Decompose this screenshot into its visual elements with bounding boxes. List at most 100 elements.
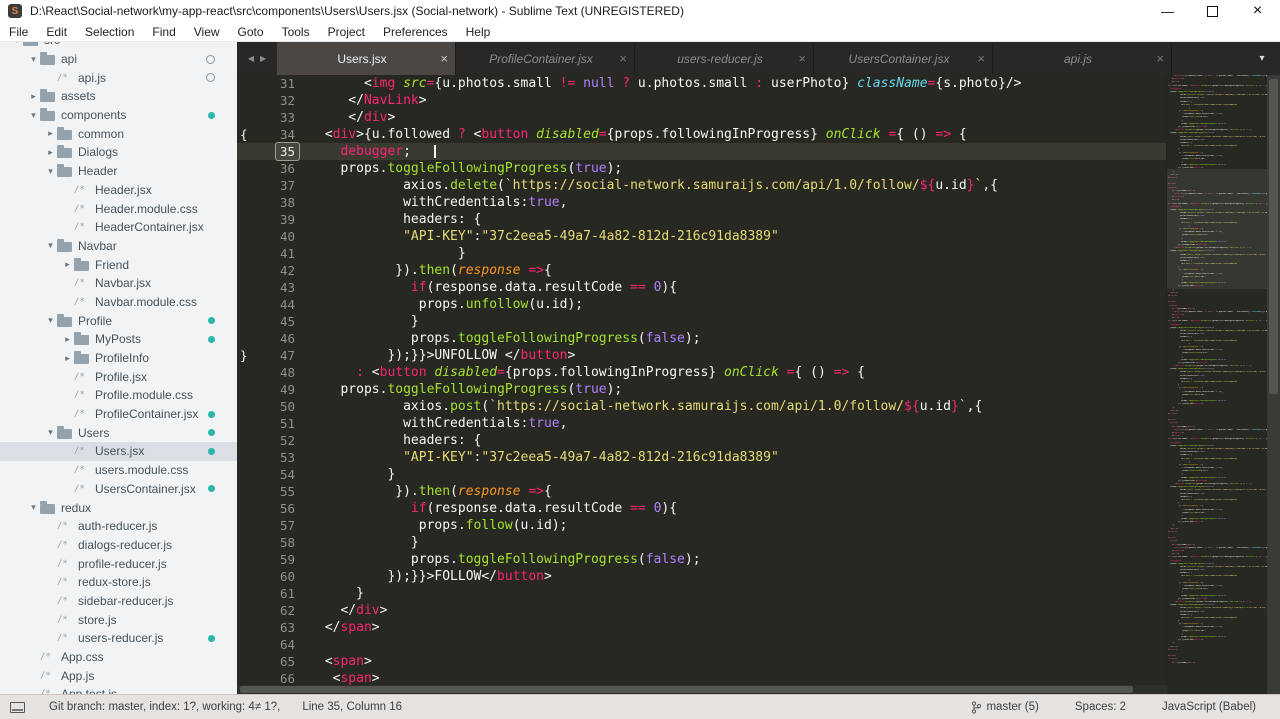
sidebar-file-store-js[interactable]: /* store.js	[0, 610, 237, 629]
panel-toggle-icon[interactable]	[10, 701, 25, 713]
vertical-scrollbar[interactable]	[1267, 75, 1280, 694]
code-line-56[interactable]: 56 if(response.data.resultCode == 0){	[237, 500, 1166, 517]
tab-profilecontainer-jsx[interactable]: ProfileContainer.jsx ×	[456, 42, 635, 75]
close-icon[interactable]: ×	[440, 52, 448, 65]
sidebar-folder-src[interactable]: ▾ src	[0, 42, 237, 50]
sidebar-file-auth-reducer-js[interactable]: /* auth-reducer.js	[0, 517, 237, 536]
chevron-down-icon[interactable]: ▾	[27, 54, 40, 65]
cursor-position-text[interactable]: Line 35, Column 16	[302, 701, 402, 713]
chevron-right-icon[interactable]: ▸	[27, 91, 40, 102]
code-line-45[interactable]: 45 }	[237, 313, 1166, 330]
sidebar-file-headercontainer-jsx[interactable]: /* HeaderContainer.jsx	[0, 218, 237, 237]
horizontal-scrollbar[interactable]	[237, 685, 1167, 694]
chevron-right-icon[interactable]: ▸	[44, 128, 57, 139]
code-line-65[interactable]: 65 <span>	[237, 653, 1166, 670]
sidebar-file-api-js[interactable]: /* api.js	[0, 68, 237, 87]
sidebar-folder-profileinfo[interactable]: ▸ ProfileInfo	[0, 349, 237, 368]
sidebar-folder-components[interactable]: ▾ components	[0, 106, 237, 125]
sidebar-folder-profile[interactable]: ▾ Profile	[0, 311, 237, 330]
code-line-43[interactable]: 43 if(response.data.resultCode == 0){	[237, 279, 1166, 296]
sidebar-file-users-jsx[interactable]: /* Users.jsx	[0, 442, 237, 461]
chevron-down-icon[interactable]: ▾	[27, 502, 40, 513]
menu-item-selection[interactable]: Selection	[76, 25, 143, 39]
code-line-48[interactable]: 48 : <button disabled={props.followingIn…	[237, 364, 1166, 381]
vertical-scrollbar-thumb[interactable]	[1269, 79, 1278, 394]
tab-userscontainer-jsx[interactable]: UsersContainer.jsx ×	[814, 42, 993, 75]
chevron-right-icon[interactable]: ▸	[61, 334, 74, 345]
sidebar-file-userscontainer-jsx[interactable]: /* UsersContainer.jsx	[0, 480, 237, 499]
code-line-61[interactable]: 61 }	[237, 585, 1166, 602]
close-icon[interactable]: ×	[977, 52, 985, 65]
code-line-39[interactable]: 39 headers: {	[237, 211, 1166, 228]
menu-item-project[interactable]: Project	[319, 25, 374, 39]
code-line-51[interactable]: 51 withCredentials:true,	[237, 415, 1166, 432]
code-line-33[interactable]: 33 </div>	[237, 109, 1166, 126]
sidebar-folder-myposts[interactable]: ▸ MyPosts	[0, 330, 237, 349]
code-line-60[interactable]: 60 });}}>FOLLOW</button>	[237, 568, 1166, 585]
menu-item-goto[interactable]: Goto	[229, 25, 273, 39]
status-git-branch[interactable]: master (5)	[971, 700, 1039, 714]
chevron-down-icon[interactable]: ▾	[44, 166, 57, 177]
code-line-34[interactable]: {34 <div>{u.followed ? <button disabled=…	[237, 126, 1166, 143]
tab-users-reducer-js[interactable]: users-reducer.js ×	[635, 42, 814, 75]
code-line-46[interactable]: 46 props.toggleFollowingProgress(false);	[237, 330, 1166, 347]
sidebar-file-dialogs-reducer-js[interactable]: /* dialogs-reducer.js	[0, 536, 237, 555]
sidebar-folder-users[interactable]: ▾ Users	[0, 423, 237, 442]
sidebar-folder-header[interactable]: ▾ Header	[0, 162, 237, 181]
code-line-64[interactable]: 64	[237, 636, 1166, 653]
chevron-down-icon[interactable]: ▾	[44, 315, 57, 326]
menu-item-edit[interactable]: Edit	[37, 25, 76, 39]
sidebar-file-header-jsx[interactable]: /* Header.jsx	[0, 181, 237, 200]
tab-scroll-left-icon[interactable]: ◀	[248, 54, 254, 63]
code-line-50[interactable]: 50 axios.post(`https://social-network.sa…	[237, 398, 1166, 415]
tab-api-js[interactable]: api.js ×	[993, 42, 1172, 75]
menu-item-help[interactable]: Help	[457, 25, 500, 39]
maximize-button[interactable]	[1190, 0, 1235, 22]
code-line-63[interactable]: 63 </span>	[237, 619, 1166, 636]
sidebar-file-profile-module-css[interactable]: /* Profile.module.css	[0, 386, 237, 405]
minimap[interactable]: <img src={u.photos.small != null ? u.pho…	[1166, 75, 1267, 694]
code-line-35[interactable]: 35 debugger;	[237, 142, 1166, 161]
sidebar-folder-api[interactable]: ▾ api	[0, 50, 237, 69]
menu-item-find[interactable]: Find	[143, 25, 184, 39]
sidebar-file-users-module-css[interactable]: /* users.module.css	[0, 461, 237, 480]
sidebar-file-users-reducer-js[interactable]: /* users-reducer.js	[0, 629, 237, 648]
sidebar-folder-dialogs[interactable]: ▸ Dialogs	[0, 143, 237, 162]
code-line-52[interactable]: 52 headers: {	[237, 432, 1166, 449]
menu-item-view[interactable]: View	[185, 25, 229, 39]
sidebar-folder-redux[interactable]: ▾ redux	[0, 498, 237, 517]
sidebar-file-profile-jsx[interactable]: /* Profile.jsx	[0, 367, 237, 386]
sidebar-file-app-css[interactable]: /* App.css	[0, 648, 237, 667]
sidebar-file-sidebar-reducer-js[interactable]: /* sidebar-reducer.js	[0, 592, 237, 611]
code-line-31[interactable]: 31 <img src={u.photos.small != null ? u.…	[237, 75, 1166, 92]
sidebar-folder-assets[interactable]: ▸ assets	[0, 87, 237, 106]
close-button[interactable]: ×	[1235, 0, 1280, 22]
status-syntax[interactable]: JavaScript (Babel)	[1162, 701, 1256, 713]
code-line-53[interactable]: 53 "API-KEY":"37c2eea5-49a7-4a82-812d-21…	[237, 449, 1166, 466]
minimize-button[interactable]: —	[1145, 0, 1190, 22]
code-line-44[interactable]: 44 props.unfollow(u.id);	[237, 296, 1166, 313]
sidebar-file-navbar-jsx[interactable]: /* Navbar.jsx	[0, 274, 237, 293]
code-line-49[interactable]: 49 props.toggleFollowingProgress(true);	[237, 381, 1166, 398]
code-line-57[interactable]: 57 props.follow(u.id);	[237, 517, 1166, 534]
code-line-36[interactable]: 36 props.toggleFollowingProgress(true);	[237, 160, 1166, 177]
sidebar-file-profile-reducer-js[interactable]: /* profile-reducer.js	[0, 554, 237, 573]
close-icon[interactable]: ×	[619, 52, 627, 65]
chevron-down-icon[interactable]: ▾	[10, 42, 23, 46]
chevron-down-icon[interactable]: ▾	[27, 110, 40, 121]
code-line-62[interactable]: 62 </div>	[237, 602, 1166, 619]
close-icon[interactable]: ×	[798, 52, 806, 65]
chevron-down-icon[interactable]: ▾	[44, 240, 57, 251]
sidebar-file-profilecontainer-jsx[interactable]: /* ProfileContainer.jsx	[0, 405, 237, 424]
horizontal-scrollbar-thumb[interactable]	[240, 686, 1133, 693]
chevron-right-icon[interactable]: ▸	[61, 259, 74, 270]
sidebar-file-header-module-css[interactable]: /* Header.module.css	[0, 199, 237, 218]
status-indentation[interactable]: Spaces: 2	[1075, 701, 1126, 713]
code-line-40[interactable]: 40 "API-KEY":"37c2eea5-49a7-4a82-812d-21…	[237, 228, 1166, 245]
code-line-37[interactable]: 37 axios.delete(`https://social-network.…	[237, 177, 1166, 194]
chevron-right-icon[interactable]: ▸	[61, 353, 74, 364]
code-line-42[interactable]: 42 }).then(response =>{	[237, 262, 1166, 279]
code-line-59[interactable]: 59 props.toggleFollowingProgress(false);	[237, 551, 1166, 568]
chevron-right-icon[interactable]: ▸	[44, 147, 57, 158]
code-line-32[interactable]: 32 </NavLink>	[237, 92, 1166, 109]
